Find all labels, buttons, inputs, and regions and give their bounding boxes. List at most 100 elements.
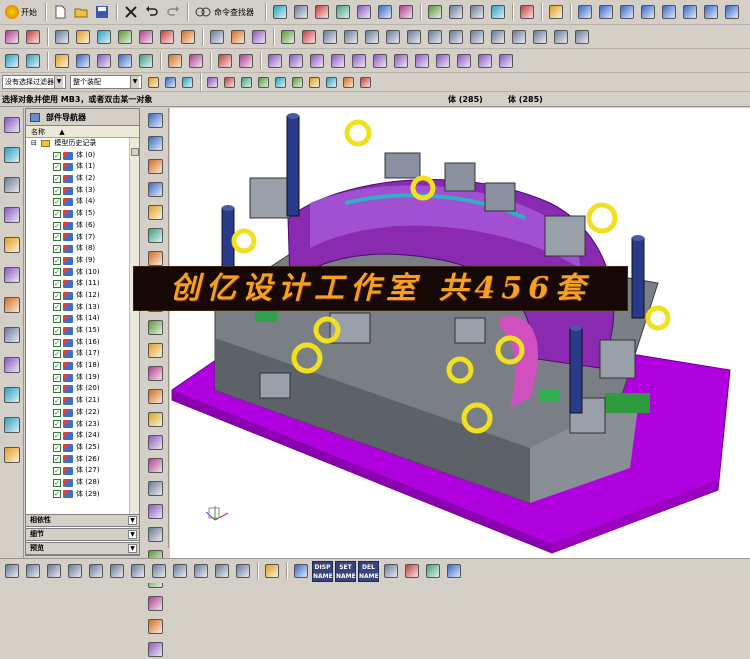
- move-button[interactable]: [215, 51, 234, 70]
- visibility-checkbox[interactable]: ✓: [53, 233, 61, 242]
- sphere-button[interactable]: [488, 3, 507, 22]
- visibility-checkbox[interactable]: ✓: [53, 361, 61, 370]
- visibility-checkbox[interactable]: ✓: [53, 420, 61, 429]
- visibility-checkbox[interactable]: ✓: [53, 245, 61, 254]
- revolve-button[interactable]: [73, 27, 92, 46]
- face-button[interactable]: [488, 27, 507, 46]
- view-button[interactable]: [149, 562, 168, 581]
- mold-button[interactable]: [307, 51, 326, 70]
- view-button[interactable]: [23, 562, 42, 581]
- face-select-button[interactable]: [163, 75, 178, 90]
- open-button[interactable]: [71, 3, 90, 22]
- body-select-button[interactable]: [180, 75, 195, 90]
- move-face-button[interactable]: [145, 226, 166, 245]
- tree-item-body[interactable]: ✓ 体 (4): [26, 196, 139, 208]
- snap-grid-button[interactable]: [222, 75, 237, 90]
- view-button[interactable]: [2, 562, 21, 581]
- check-button[interactable]: [145, 617, 166, 636]
- pin-button[interactable]: [402, 562, 421, 581]
- refresh-button[interactable]: [262, 562, 281, 581]
- face-button[interactable]: [341, 27, 360, 46]
- rotate-button[interactable]: [146, 75, 161, 90]
- zoom-button[interactable]: [446, 3, 465, 22]
- replace-face-button[interactable]: [145, 157, 166, 176]
- visibility-checkbox[interactable]: ✓: [53, 443, 61, 452]
- relate-button[interactable]: [145, 410, 166, 429]
- tree-item-body[interactable]: ✓ 体 (11): [26, 278, 139, 290]
- visibility-checkbox[interactable]: ✓: [53, 291, 61, 300]
- visibility-checkbox[interactable]: ✓: [53, 163, 61, 172]
- shaded-cube-button[interactable]: [467, 3, 486, 22]
- push-pull-button[interactable]: [145, 111, 166, 130]
- blend-button[interactable]: [207, 27, 226, 46]
- visibility-checkbox[interactable]: ✓: [53, 396, 61, 405]
- tree-scrollbar[interactable]: [129, 138, 139, 541]
- tree-item-body[interactable]: ✓ 体 (22): [26, 407, 139, 419]
- view-frame-button[interactable]: [517, 3, 536, 22]
- face-button[interactable]: [551, 27, 570, 46]
- undo-button[interactable]: [145, 640, 166, 659]
- panel-details[interactable]: 细节 ▼: [25, 528, 140, 541]
- tree-item-body[interactable]: ✓ 体 (21): [26, 395, 139, 407]
- visibility-checkbox[interactable]: ✓: [53, 151, 61, 160]
- snap-slash-button[interactable]: [341, 75, 356, 90]
- arrow-button[interactable]: [546, 3, 565, 22]
- type-filter-dropdown[interactable]: 没有选择过滤器 ▼: [2, 75, 66, 89]
- tree-item-body[interactable]: ✓ 体 (6): [26, 220, 139, 232]
- check-button[interactable]: [145, 387, 166, 406]
- mold-button[interactable]: [265, 51, 284, 70]
- print-button[interactable]: [2, 444, 22, 466]
- view-button[interactable]: [191, 562, 210, 581]
- boss-button[interactable]: [157, 27, 176, 46]
- point-button[interactable]: [94, 51, 113, 70]
- mold-button[interactable]: [433, 51, 452, 70]
- visibility-checkbox[interactable]: ✓: [53, 221, 61, 230]
- hole-button[interactable]: [136, 27, 155, 46]
- visibility-checkbox[interactable]: ✓: [53, 373, 61, 382]
- edit-button[interactable]: [236, 51, 255, 70]
- shell-button[interactable]: [249, 27, 268, 46]
- offset-region-button[interactable]: [145, 134, 166, 153]
- box-button[interactable]: [23, 27, 42, 46]
- snap-circle-button[interactable]: [307, 75, 322, 90]
- face-button[interactable]: [425, 27, 444, 46]
- visibility-checkbox[interactable]: ✓: [53, 303, 61, 312]
- tree-item-body[interactable]: ✓ 体 (7): [26, 232, 139, 244]
- plane-button[interactable]: [722, 3, 741, 22]
- snap-mid-button[interactable]: [273, 75, 288, 90]
- face-button[interactable]: [404, 27, 423, 46]
- resize-button[interactable]: [145, 180, 166, 199]
- redo-button[interactable]: [375, 3, 394, 22]
- tree-item-body[interactable]: ✓ 体 (10): [26, 267, 139, 279]
- navigator-pin-icon[interactable]: [30, 113, 40, 122]
- plane-button[interactable]: [659, 3, 678, 22]
- visibility-checkbox[interactable]: ✓: [53, 490, 61, 499]
- tree-item-body[interactable]: ✓ 体 (13): [26, 302, 139, 314]
- snap-end-button[interactable]: [256, 75, 271, 90]
- tree-item-body[interactable]: ✓ 体 (12): [26, 290, 139, 302]
- visibility-checkbox[interactable]: ✓: [53, 280, 61, 289]
- face-button[interactable]: [509, 27, 528, 46]
- visibility-checkbox[interactable]: ✓: [53, 350, 61, 359]
- arc-button[interactable]: [73, 51, 92, 70]
- visibility-checkbox[interactable]: ✓: [53, 268, 61, 277]
- tree-item-body[interactable]: ✓ 体 (15): [26, 325, 139, 337]
- process-studio-button[interactable]: [2, 354, 22, 376]
- word-button-disp[interactable]: DISP NAME: [312, 560, 333, 582]
- visibility-checkbox[interactable]: ✓: [53, 432, 61, 441]
- command-finder-button[interactable]: 命令查找器: [192, 3, 260, 22]
- new-button[interactable]: [50, 3, 69, 22]
- view-button[interactable]: [107, 562, 126, 581]
- mold-button[interactable]: [475, 51, 494, 70]
- snap-box-button[interactable]: [205, 75, 220, 90]
- visibility-checkbox[interactable]: ✓: [53, 455, 61, 464]
- face-button[interactable]: [320, 27, 339, 46]
- mold-button[interactable]: [391, 51, 410, 70]
- plane-button[interactable]: [680, 3, 699, 22]
- mold-button[interactable]: [454, 51, 473, 70]
- layer-button[interactable]: [2, 51, 21, 70]
- panel-preview[interactable]: 预览 ▼: [25, 542, 140, 555]
- tree-root[interactable]: ⊟ 模型历史记录: [26, 138, 139, 150]
- offset-button[interactable]: [299, 27, 318, 46]
- hd3d-button[interactable]: [2, 234, 22, 256]
